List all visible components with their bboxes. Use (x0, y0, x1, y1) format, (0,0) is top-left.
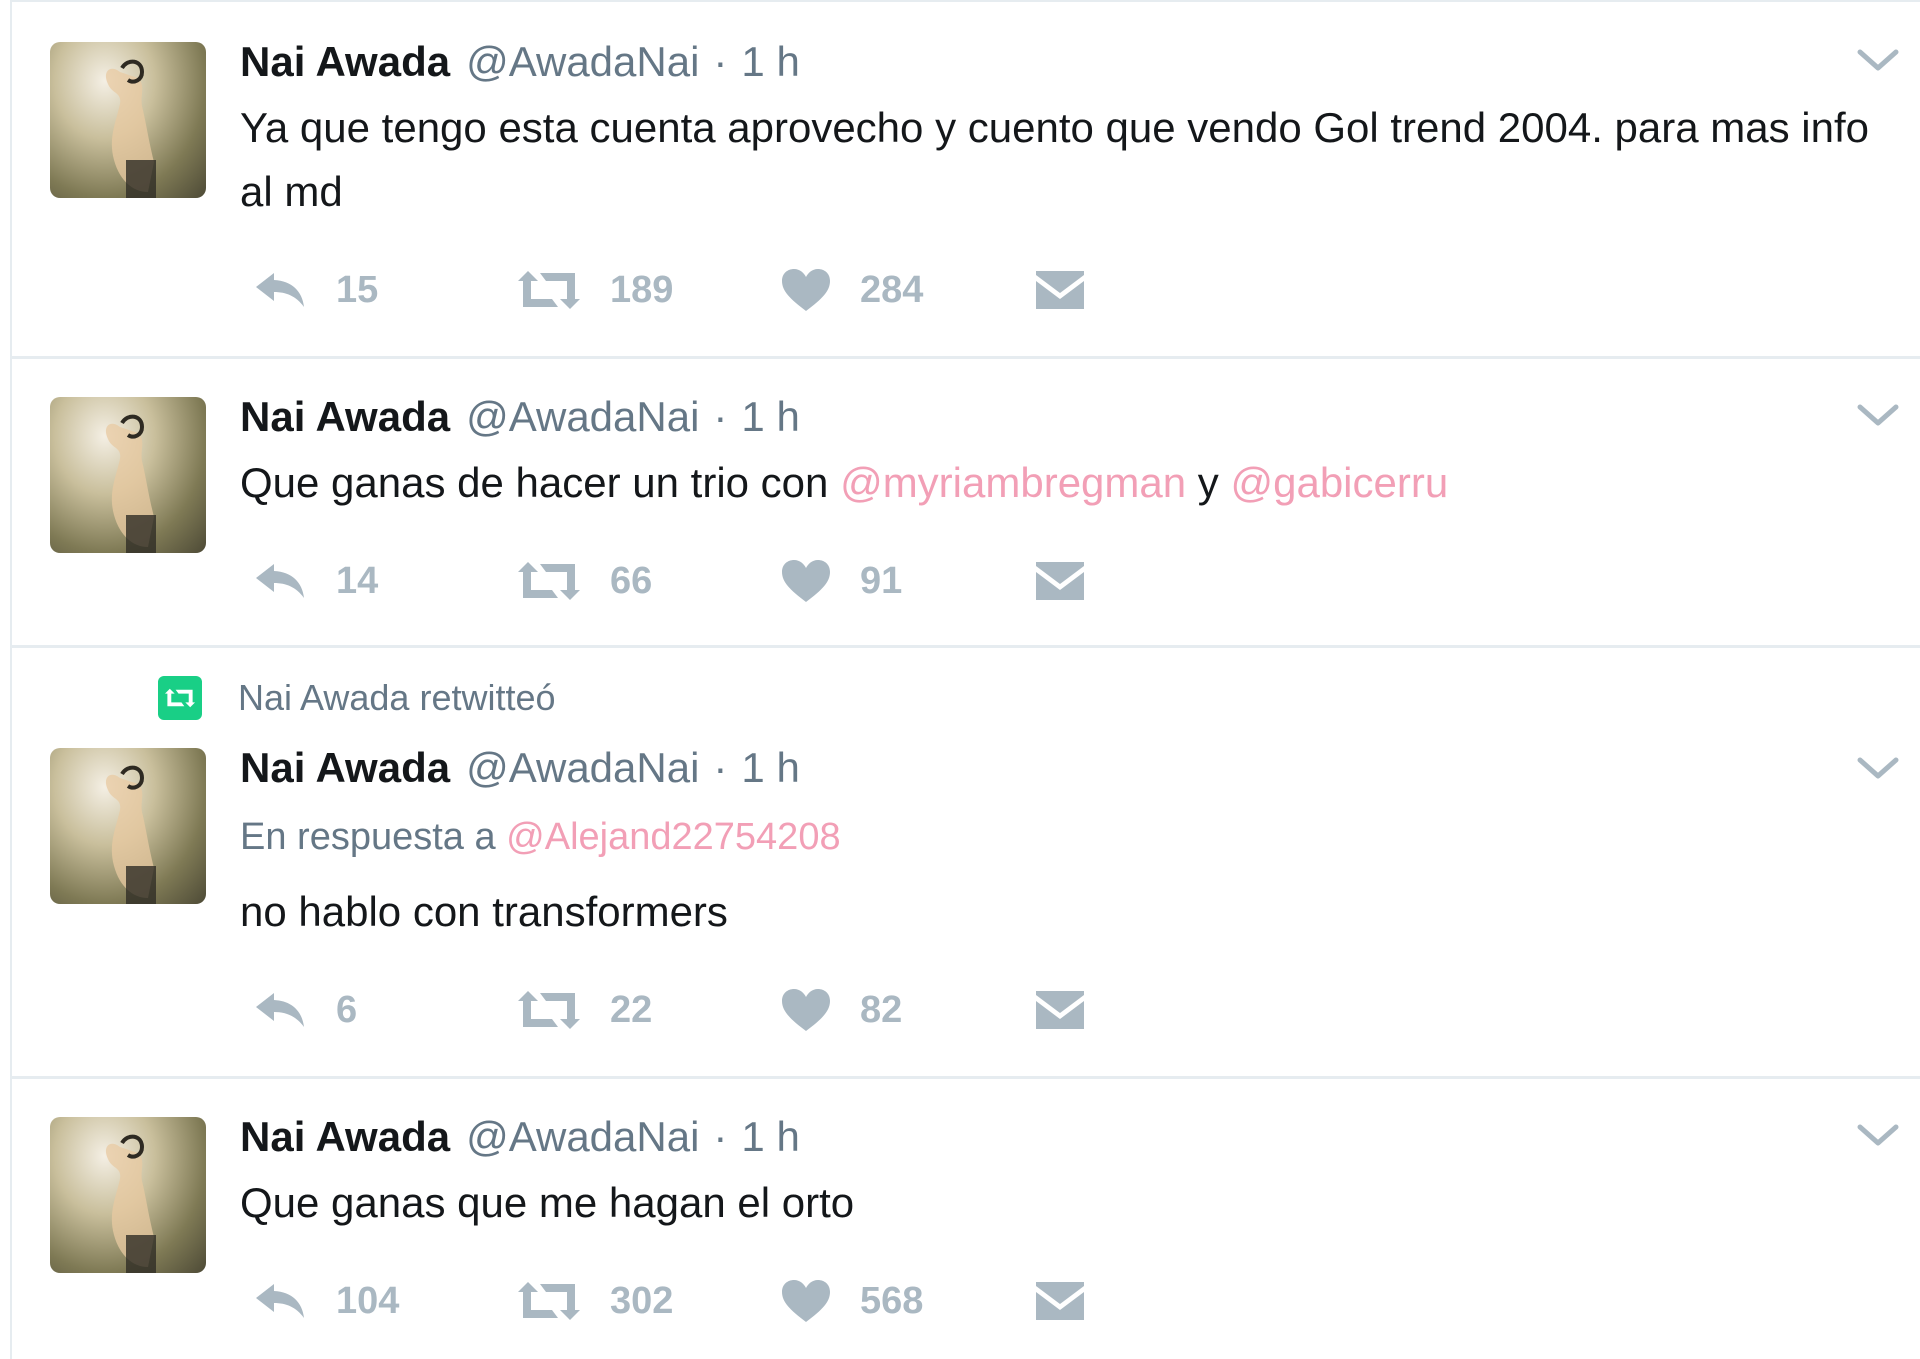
heart-icon (782, 1280, 830, 1322)
direct-message-button[interactable] (1034, 1271, 1086, 1331)
reply-count: 6 (336, 988, 358, 1031)
tweet-text: Que ganas de hacer un trio con @myriambr… (240, 451, 1880, 515)
author-name[interactable]: Nai Awada (240, 38, 450, 86)
tweet-timestamp[interactable]: 1 h (741, 393, 799, 441)
envelope-icon (1036, 1282, 1084, 1320)
tweet-timestamp[interactable]: 1 h (741, 1113, 799, 1161)
tweet-text: Que ganas que me hagan el orto (240, 1179, 855, 1226)
tweet-text-part: y (1186, 459, 1231, 506)
tweet-text: no hablo con transformers (240, 888, 728, 935)
like-button[interactable]: 568 (780, 1271, 923, 1331)
retweet-context: Nai Awada retwitteó (158, 676, 556, 720)
like-count: 284 (860, 268, 924, 311)
heart-icon (782, 269, 830, 311)
chevron-down-icon[interactable] (1854, 754, 1902, 784)
reply-icon (256, 993, 304, 1027)
author-avatar[interactable] (50, 1117, 206, 1273)
reply-count: 104 (336, 1279, 400, 1322)
author-handle[interactable]: @AwadaNai (466, 744, 699, 792)
reply-button[interactable]: 15 (252, 260, 378, 320)
tweet-header: Nai Awada @AwadaNai · 1 h (240, 744, 800, 794)
like-count: 82 (860, 988, 903, 1031)
author-name[interactable]: Nai Awada (240, 393, 450, 441)
retweet-button[interactable]: 66 (516, 551, 652, 611)
retweet-count: 189 (610, 268, 674, 311)
retweet-button[interactable]: 302 (516, 1271, 673, 1331)
heart-icon (782, 560, 830, 602)
chevron-down-icon[interactable] (1854, 46, 1902, 76)
envelope-icon (1036, 562, 1084, 600)
retweet-icon (518, 1282, 580, 1320)
tweet-3[interactable]: Nai Awada retwitteó Nai Awada @AwadaNai … (12, 648, 1920, 1078)
tweet-header: Nai Awada @AwadaNai · 1 h (240, 38, 800, 88)
retweet-button[interactable]: 22 (516, 980, 652, 1040)
reply-to-mention[interactable]: @Alejand22754208 (506, 816, 840, 858)
author-avatar[interactable] (50, 397, 206, 553)
direct-message-button[interactable] (1034, 980, 1086, 1040)
author-handle[interactable]: @AwadaNai (466, 38, 699, 86)
author-avatar[interactable] (50, 748, 206, 904)
retweet-count: 22 (610, 988, 653, 1031)
separator-dot: · (713, 1113, 728, 1160)
reply-button[interactable]: 14 (252, 551, 378, 611)
heart-icon (782, 989, 830, 1031)
like-count: 91 (860, 559, 903, 602)
tweet-text-part: Que ganas de hacer un trio con (240, 459, 841, 506)
reply-icon (256, 1284, 304, 1318)
tweet-timestamp[interactable]: 1 h (741, 38, 799, 86)
author-avatar[interactable] (50, 42, 206, 198)
timeline: Nai Awada @AwadaNai · 1 h Ya que tengo e… (10, 0, 1920, 1359)
like-button[interactable]: 91 (780, 551, 902, 611)
separator-dot: · (713, 38, 728, 85)
retweet-count: 66 (610, 559, 653, 602)
retweet-context-label[interactable]: Nai Awada retwitteó (238, 677, 556, 719)
retweet-badge-icon (158, 676, 202, 720)
tweet-header: Nai Awada @AwadaNai · 1 h (240, 393, 800, 443)
reply-prefix: En respuesta a (240, 816, 507, 858)
tweet-1[interactable]: Nai Awada @AwadaNai · 1 h Ya que tengo e… (12, 0, 1920, 358)
author-handle[interactable]: @AwadaNai (466, 393, 699, 441)
author-name[interactable]: Nai Awada (240, 744, 450, 792)
tweet-4[interactable]: Nai Awada @AwadaNai · 1 h Que ganas que … (12, 1079, 1920, 1359)
tweet-header: Nai Awada @AwadaNai · 1 h (240, 1113, 800, 1163)
tweet-timestamp[interactable]: 1 h (741, 744, 799, 792)
reply-button[interactable]: 6 (252, 980, 357, 1040)
chevron-down-icon[interactable] (1854, 401, 1902, 431)
mention-link[interactable]: @myriambregman (840, 459, 1186, 506)
reply-count: 15 (336, 268, 379, 311)
author-name[interactable]: Nai Awada (240, 1113, 450, 1161)
like-button[interactable]: 284 (780, 260, 923, 320)
reply-count: 14 (336, 559, 379, 602)
chevron-down-icon[interactable] (1854, 1121, 1902, 1151)
retweet-icon (518, 562, 580, 600)
direct-message-button[interactable] (1034, 551, 1086, 611)
retweet-button[interactable]: 189 (516, 260, 673, 320)
author-handle[interactable]: @AwadaNai (466, 1113, 699, 1161)
like-button[interactable]: 82 (780, 980, 902, 1040)
retweet-count: 302 (610, 1279, 674, 1322)
reply-button[interactable]: 104 (252, 1271, 399, 1331)
separator-dot: · (713, 744, 728, 791)
reply-icon (256, 273, 304, 307)
separator-dot: · (713, 393, 728, 440)
tweet-text: Ya que tengo esta cuenta aprovecho y cue… (240, 104, 1870, 215)
retweet-icon (518, 271, 580, 309)
direct-message-button[interactable] (1034, 260, 1086, 320)
reply-icon (256, 564, 304, 598)
envelope-icon (1036, 271, 1084, 309)
retweet-icon (518, 991, 580, 1029)
tweet-2[interactable]: Nai Awada @AwadaNai · 1 h Que ganas de h… (12, 359, 1920, 647)
like-count: 568 (860, 1279, 924, 1322)
mention-link[interactable]: @gabicerru (1230, 459, 1448, 506)
envelope-icon (1036, 991, 1084, 1029)
reply-context: En respuesta a @Alejand22754208 (240, 816, 841, 859)
